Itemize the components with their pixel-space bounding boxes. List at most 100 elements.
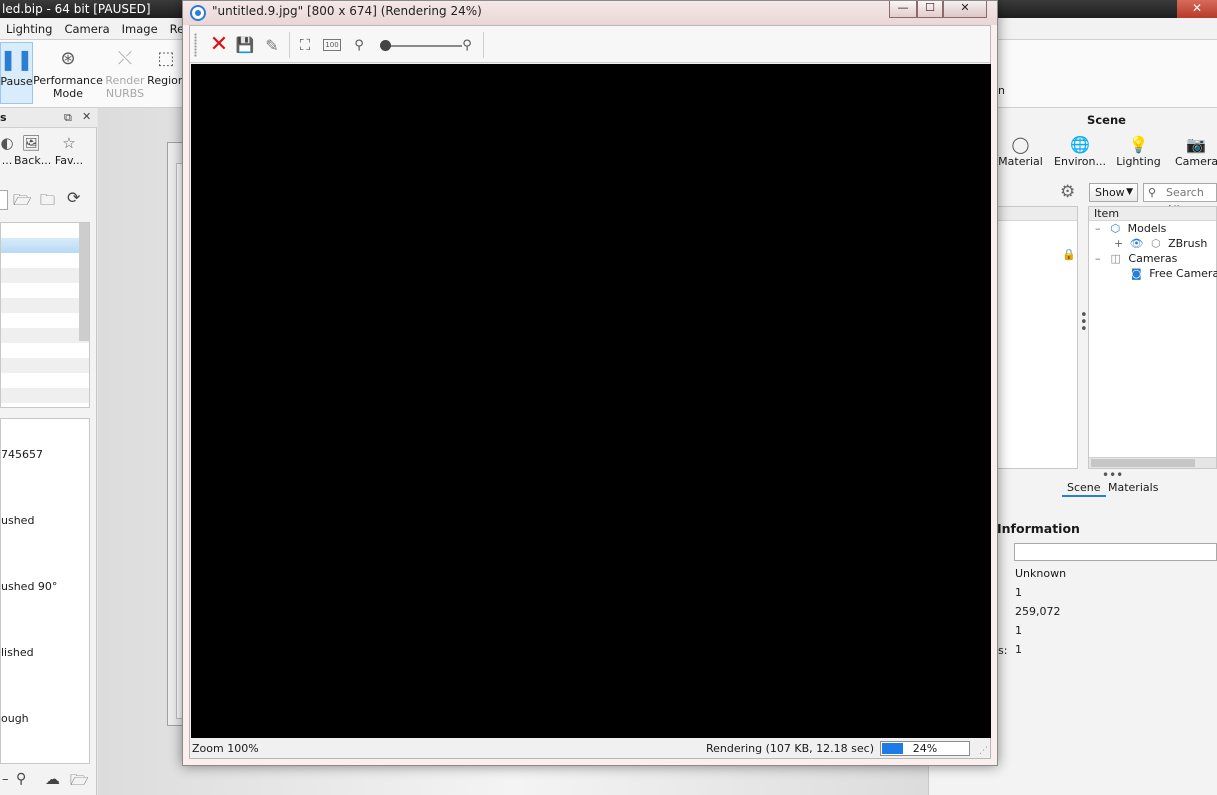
collapse-icon[interactable]: – <box>1095 252 1107 265</box>
zoom-icon[interactable]: ⚲ <box>16 771 26 787</box>
subtab-materials[interactable]: Materials <box>1103 479 1163 497</box>
material-item[interactable]: ushed 90° <box>1 580 57 593</box>
remove-folder-icon[interactable]: 🗀 <box>40 190 55 215</box>
render-nurbs-button[interactable]: ⤬ Render NURBS <box>104 42 146 104</box>
menu-lighting[interactable]: Lighting <box>0 22 58 36</box>
collapse-icon[interactable]: – <box>1095 222 1107 235</box>
tab-camera[interactable]: 📷 Camera <box>1175 134 1217 168</box>
fit-to-window-button[interactable]: ⛶ <box>294 34 316 56</box>
left-panel-toolbar: 🗁 🗀 ⟳ <box>0 188 97 212</box>
performance-mode-button[interactable]: ⊛ Performance Mode <box>33 42 103 104</box>
actual-size-icon: 100 <box>323 39 341 51</box>
zoom-in-button[interactable]: ⚲ <box>456 34 478 56</box>
render-window: "untitled.9.jpg" [800 x 674] (Rendering … <box>182 0 998 766</box>
minus-icon[interactable]: – <box>2 772 9 787</box>
list-item[interactable] <box>1 253 89 268</box>
list-item[interactable] <box>1 268 89 283</box>
tree-node-zbrush[interactable]: + 👁 ⬡ ZBrush <box>1114 237 1207 250</box>
stop-render-button[interactable]: ✕ <box>208 34 230 56</box>
scene-tree-scrollbar[interactable] <box>1089 457 1216 468</box>
left-tab-favorites[interactable]: ☆ Fav... <box>52 134 86 167</box>
information-name-field[interactable] <box>1014 543 1217 561</box>
panel-close-icon[interactable]: ✕ <box>82 110 91 123</box>
list-item[interactable] <box>1 298 89 313</box>
tab-lighting-label: Lighting <box>1116 155 1161 168</box>
tree-node-cameras[interactable]: – ◫ Cameras <box>1095 252 1177 265</box>
region-icon: ⬚ <box>157 47 175 69</box>
keyshot-logo-icon <box>190 5 206 21</box>
tree-node-models[interactable]: – ⬡ Models <box>1095 222 1166 235</box>
material-item[interactable]: 745657 <box>1 448 43 461</box>
tab-material[interactable]: ◯ Material <box>998 134 1043 168</box>
main-window-title: led.bip - 64 bit [PAUSED] <box>2 2 151 16</box>
globe-icon: 🌐 <box>1070 135 1090 154</box>
region-label: Region <box>147 74 185 87</box>
toolbar-grip[interactable] <box>194 33 197 57</box>
expand-icon[interactable]: + <box>1114 237 1126 250</box>
tab-camera-label: Camera <box>1175 155 1217 168</box>
left-tab-backplates[interactable]: 🖼 Back... <box>14 134 52 167</box>
toolbar-separator <box>483 32 484 58</box>
refresh-icon[interactable]: ⟳ <box>67 188 80 207</box>
folder-sync-icon[interactable]: 🗁 <box>70 770 89 795</box>
left-list-scrollbar[interactable] <box>79 223 89 341</box>
render-nurbs-label-2: NURBS <box>105 87 145 100</box>
save-button[interactable]: 💾 <box>234 34 256 56</box>
toolbar-separator <box>289 32 290 58</box>
actual-size-button[interactable]: 100 <box>321 34 343 56</box>
render-window-titlebar[interactable]: "untitled.9.jpg" [800 x 674] (Rendering … <box>183 1 997 25</box>
zoom-level-text: Zoom 100% <box>192 742 259 755</box>
maximize-button[interactable]: ☐ <box>917 1 943 18</box>
float-icon[interactable]: ⧉ <box>64 111 72 125</box>
pencil-icon: ✎ <box>265 35 279 55</box>
main-window-close-button[interactable]: ✕ <box>1177 0 1217 18</box>
info-label: s: <box>998 644 1008 657</box>
material-item[interactable]: ough <box>1 712 29 725</box>
render-image-canvas[interactable] <box>191 64 991 738</box>
gear-icon[interactable]: ⚙ <box>1060 182 1075 202</box>
zoom-slider-handle[interactable] <box>380 40 392 51</box>
save-icon: 💾 <box>235 36 255 54</box>
pause-button[interactable]: ❚❚ Pause <box>0 42 33 104</box>
zoom-out-button[interactable]: ⚲ <box>348 34 370 56</box>
list-item[interactable] <box>1 283 89 298</box>
performance-mode-icon: ⊛ <box>60 47 76 69</box>
list-item[interactable] <box>1 328 89 343</box>
resize-grip-icon[interactable]: ⋰ <box>979 746 988 756</box>
material-item[interactable]: lished <box>1 646 34 659</box>
edit-button[interactable]: ✎ <box>261 34 283 56</box>
zoom-slider-track[interactable] <box>380 45 462 47</box>
region-button[interactable]: ⬚ Region <box>147 42 185 104</box>
list-item[interactable] <box>1 313 89 328</box>
splitter-handle[interactable]: • • • <box>1080 309 1088 336</box>
scene-search-input[interactable]: ⚲ Search All <box>1143 183 1217 216</box>
material-item[interactable]: ushed <box>1 514 34 527</box>
cloud-upload-icon[interactable]: ☁ <box>45 770 60 788</box>
camera-icon: 📷 <box>1186 135 1206 154</box>
show-dropdown[interactable]: Show ▼ <box>1089 183 1138 202</box>
list-item[interactable] <box>1 238 89 253</box>
render-progress-label: 24% <box>912 742 938 755</box>
scene-tree-scroll-thumb[interactable] <box>1091 459 1195 467</box>
list-item[interactable] <box>1 343 89 358</box>
left-tab-backplates-label: Back... <box>14 154 52 167</box>
list-item[interactable] <box>1 388 89 403</box>
add-folder-icon[interactable]: 🗁 <box>13 190 32 215</box>
list-item[interactable] <box>1 223 89 238</box>
tree-node-free-camera[interactable]: ◙ Free Camera <box>1131 267 1217 280</box>
menu-camera[interactable]: Camera <box>58 22 115 36</box>
lock-icon[interactable]: 🔒 <box>1062 248 1076 261</box>
minimize-button[interactable]: — <box>889 1 917 18</box>
left-panel-input[interactable] <box>0 190 8 210</box>
star-icon: ☆ <box>62 134 76 152</box>
menu-image[interactable]: Image <box>116 22 164 36</box>
tab-environment[interactable]: 🌐 Environ... <box>1054 134 1106 168</box>
camera-icon: ◙ <box>1131 267 1142 280</box>
list-item[interactable] <box>1 358 89 373</box>
eye-icon[interactable]: 👁 <box>1130 237 1144 250</box>
list-item[interactable] <box>1 373 89 388</box>
tab-lighting[interactable]: 💡 Lighting <box>1116 134 1161 168</box>
close-button[interactable]: ✕ <box>943 1 987 18</box>
subtab-scene[interactable]: Scene <box>1062 479 1106 497</box>
models-icon: ⬡ <box>1110 222 1121 235</box>
